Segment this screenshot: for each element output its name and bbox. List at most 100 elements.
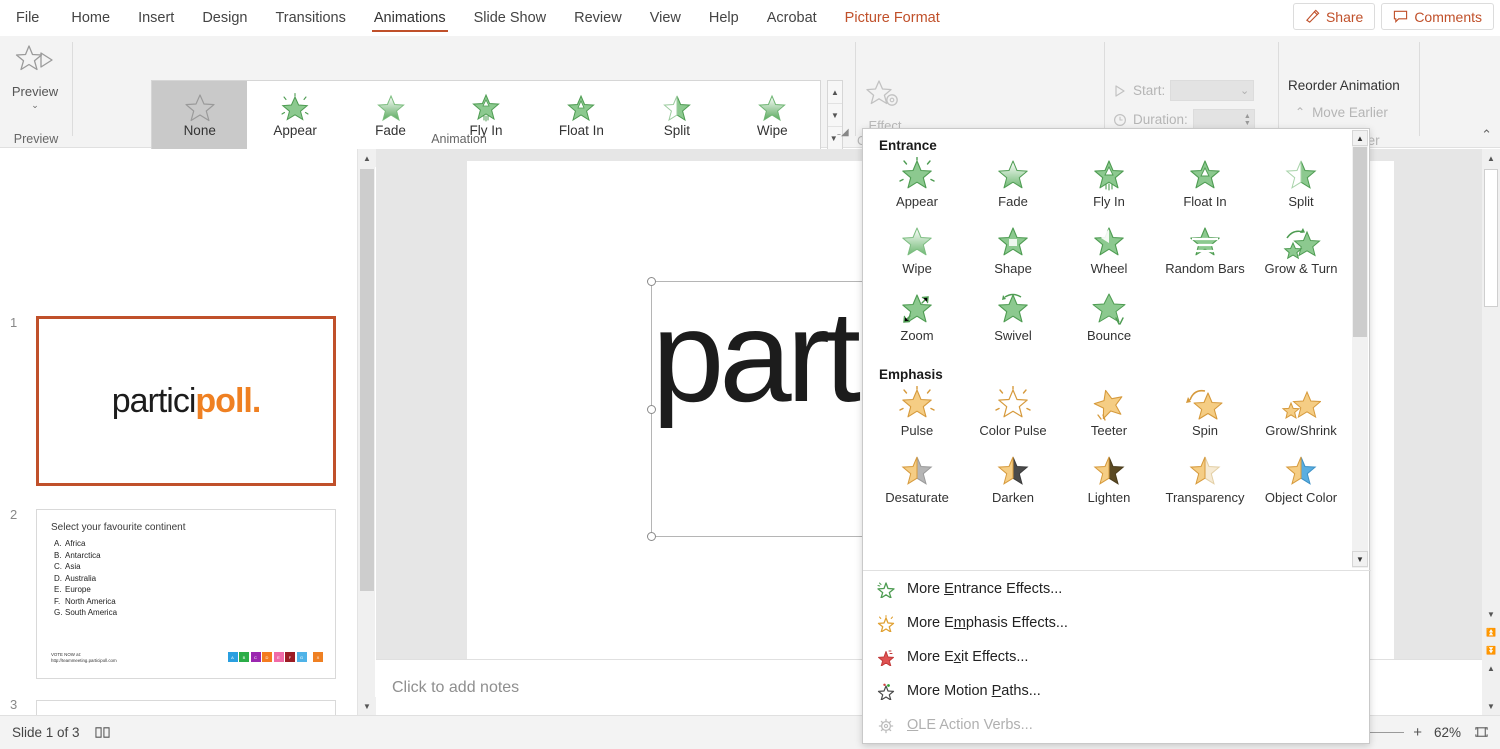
- more-entrance-effects-item[interactable]: More Entrance Effects...: [863, 572, 1371, 606]
- slide-scroll-down-icon[interactable]: ▼: [1482, 605, 1500, 623]
- effect-swivel[interactable]: Swivel: [965, 291, 1061, 358]
- resize-handle-top-left[interactable]: [647, 277, 656, 286]
- move-earlier-button[interactable]: ⌃ Move Earlier: [1288, 98, 1438, 126]
- more-emphasis-effects-item[interactable]: More Emphasis Effects...: [863, 606, 1371, 640]
- effect-appear[interactable]: Appear: [869, 157, 965, 224]
- effect-zoom[interactable]: Zoom: [869, 291, 965, 358]
- star-zoom-icon: [902, 294, 932, 323]
- option-letter: F.: [54, 596, 61, 606]
- next-slide-icon[interactable]: ⏬: [1482, 641, 1500, 659]
- effect-fade[interactable]: Fade: [965, 157, 1061, 224]
- logo-dot: .: [251, 381, 262, 420]
- menu-scroll-up-icon[interactable]: ▲: [1352, 130, 1368, 146]
- start-dropdown[interactable]: ⌄: [1170, 80, 1255, 101]
- resize-handle-bottom-left[interactable]: [647, 532, 656, 541]
- tab-insert[interactable]: Insert: [124, 0, 188, 36]
- tab-transitions[interactable]: Transitions: [261, 0, 359, 36]
- preview-button[interactable]: Preview ⌄: [5, 42, 65, 134]
- zoom-in-button[interactable]: +: [1413, 724, 1422, 741]
- effect-color-pulse[interactable]: Color Pulse: [965, 386, 1061, 453]
- more-effects-menu-items[interactable]: More Entrance Effects... More Emphasis E…: [863, 572, 1371, 742]
- effect-grow-turn[interactable]: Grow & Turn: [1253, 224, 1349, 291]
- notes-vertical-scrollbar[interactable]: ▲ ▼: [1482, 659, 1500, 715]
- tab-design[interactable]: Design: [188, 0, 261, 36]
- start-label: Start:: [1133, 83, 1166, 98]
- emphasis-effects-grid[interactable]: Pulse Color Pulse Teeter Spin Grow/Shrink Des…: [863, 386, 1371, 520]
- effect-wheel[interactable]: Wheel: [1061, 224, 1157, 291]
- notes-scroll-down-icon[interactable]: ▼: [1482, 697, 1500, 715]
- thumbnail-scroll-up-icon[interactable]: ▲: [358, 149, 376, 167]
- slide2-option: F. North America: [51, 596, 321, 608]
- effect-float-in[interactable]: Float In: [1157, 157, 1253, 224]
- tab-picture-format[interactable]: Picture Format: [831, 0, 954, 36]
- resize-handle-middle-left[interactable]: [647, 405, 656, 414]
- star-flyin-icon: [472, 93, 500, 122]
- more-exit-effects-item[interactable]: More Exit Effects...: [863, 640, 1371, 674]
- tab-review[interactable]: Review: [560, 0, 636, 36]
- effect-spin[interactable]: Spin: [1157, 386, 1253, 453]
- effect-transparency[interactable]: Transparency: [1157, 453, 1253, 520]
- effect-lighten[interactable]: Lighten: [1061, 453, 1157, 520]
- tab-view[interactable]: View: [636, 0, 695, 36]
- slide-thumbnail-1[interactable]: participoll.: [36, 316, 336, 486]
- accessibility-notes-icon[interactable]: [94, 725, 111, 740]
- gallery-scroll-up-icon[interactable]: ▲: [828, 81, 842, 104]
- preview-chevron-down-icon[interactable]: ⌄: [31, 101, 39, 110]
- gallery-scroll-down-icon[interactable]: ▼: [828, 104, 842, 127]
- tab-home[interactable]: Home: [57, 0, 124, 36]
- effect-fly-in[interactable]: Fly In: [1061, 157, 1157, 224]
- option-text: Antarctica: [65, 550, 101, 560]
- collapse-ribbon-button[interactable]: ⌃: [1481, 127, 1492, 143]
- tab-animations[interactable]: Animations: [360, 0, 460, 36]
- effect-wipe[interactable]: Wipe: [869, 224, 965, 291]
- star-flyin-icon: [1089, 157, 1129, 195]
- slide-vertical-scrollbar[interactable]: ▲ ▼ ⏫ ⏬: [1482, 149, 1500, 659]
- menu-scroll-thumb[interactable]: [1353, 147, 1367, 337]
- share-button[interactable]: Share: [1292, 3, 1376, 30]
- thumbnail-scroll-thumb[interactable]: [360, 169, 374, 591]
- slide-scroll-up-icon[interactable]: ▲: [1482, 149, 1500, 167]
- effect-label: Fly In: [1093, 194, 1125, 209]
- gear-icon: [878, 718, 894, 733]
- previous-slide-icon[interactable]: ⏫: [1482, 623, 1500, 641]
- effect-teeter[interactable]: Teeter: [1061, 386, 1157, 453]
- ole-action-verbs-item[interactable]: OLE Action Verbs...: [863, 708, 1371, 742]
- menu-scroll-down-icon[interactable]: ▼: [1352, 551, 1368, 567]
- tab-slide-show[interactable]: Slide Show: [460, 0, 561, 36]
- fit-slide-to-window-icon[interactable]: [1473, 725, 1490, 740]
- slide-scroll-thumb[interactable]: [1484, 169, 1498, 307]
- more-motion-paths-item[interactable]: More Motion Paths...: [863, 674, 1371, 708]
- star-swivel-icon: [993, 291, 1033, 329]
- tab-insert-label: Insert: [138, 10, 175, 26]
- duration-stepper[interactable]: ▲ ▼: [1192, 109, 1255, 130]
- effect-shape[interactable]: Shape: [965, 224, 1061, 291]
- menu-vertical-scrollbar[interactable]: ▲ ▼: [1352, 130, 1368, 568]
- entrance-effects-grid[interactable]: Appear Fade Fly In Float In Split Wipe Shape Wh…: [863, 157, 1371, 358]
- effect-random-bars[interactable]: Random Bars: [1157, 224, 1253, 291]
- effects-scroll-area[interactable]: Entrance Appear Fade Fly In Float In Split Wi…: [863, 129, 1371, 569]
- duration-spinner-icon[interactable]: ▲ ▼: [1241, 113, 1254, 127]
- add-animation-dropdown-menu[interactable]: Entrance Appear Fade Fly In Float In Split Wi…: [862, 128, 1371, 744]
- star-growturn-icon: [1283, 228, 1321, 260]
- effect-grow-shrink[interactable]: Grow/Shrink: [1253, 386, 1349, 453]
- slide-thumbnail-pane: 1 participoll. 2 Select your favourite c…: [0, 149, 357, 749]
- effect-object-color[interactable]: Object Color: [1253, 453, 1349, 520]
- effect-desaturate[interactable]: Desaturate: [869, 453, 965, 520]
- comments-button[interactable]: Comments: [1381, 3, 1494, 30]
- zoom-level-label[interactable]: 62%: [1434, 725, 1461, 740]
- slide-counter[interactable]: Slide 1 of 3: [12, 725, 80, 740]
- tab-acrobat[interactable]: Acrobat: [753, 0, 831, 36]
- thumbnail-scrollbar[interactable]: ▲ ▼: [357, 149, 376, 715]
- effect-bounce[interactable]: Bounce: [1061, 291, 1157, 358]
- effect-darken[interactable]: Darken: [965, 453, 1061, 520]
- effect-split[interactable]: Split: [1253, 157, 1349, 224]
- tab-file[interactable]: File: [0, 0, 57, 36]
- tab-help[interactable]: Help: [695, 0, 753, 36]
- option-letter: A.: [54, 539, 62, 548]
- star-pulse-icon: [899, 386, 935, 418]
- effect-pulse[interactable]: Pulse: [869, 386, 965, 453]
- notes-scroll-up-icon[interactable]: ▲: [1482, 659, 1500, 677]
- thumbnail-scroll-down-icon[interactable]: ▼: [358, 697, 376, 715]
- star-randombars-icon: [1185, 224, 1225, 262]
- slide-thumbnail-2[interactable]: Select your favourite continent A. Africa…: [36, 509, 336, 679]
